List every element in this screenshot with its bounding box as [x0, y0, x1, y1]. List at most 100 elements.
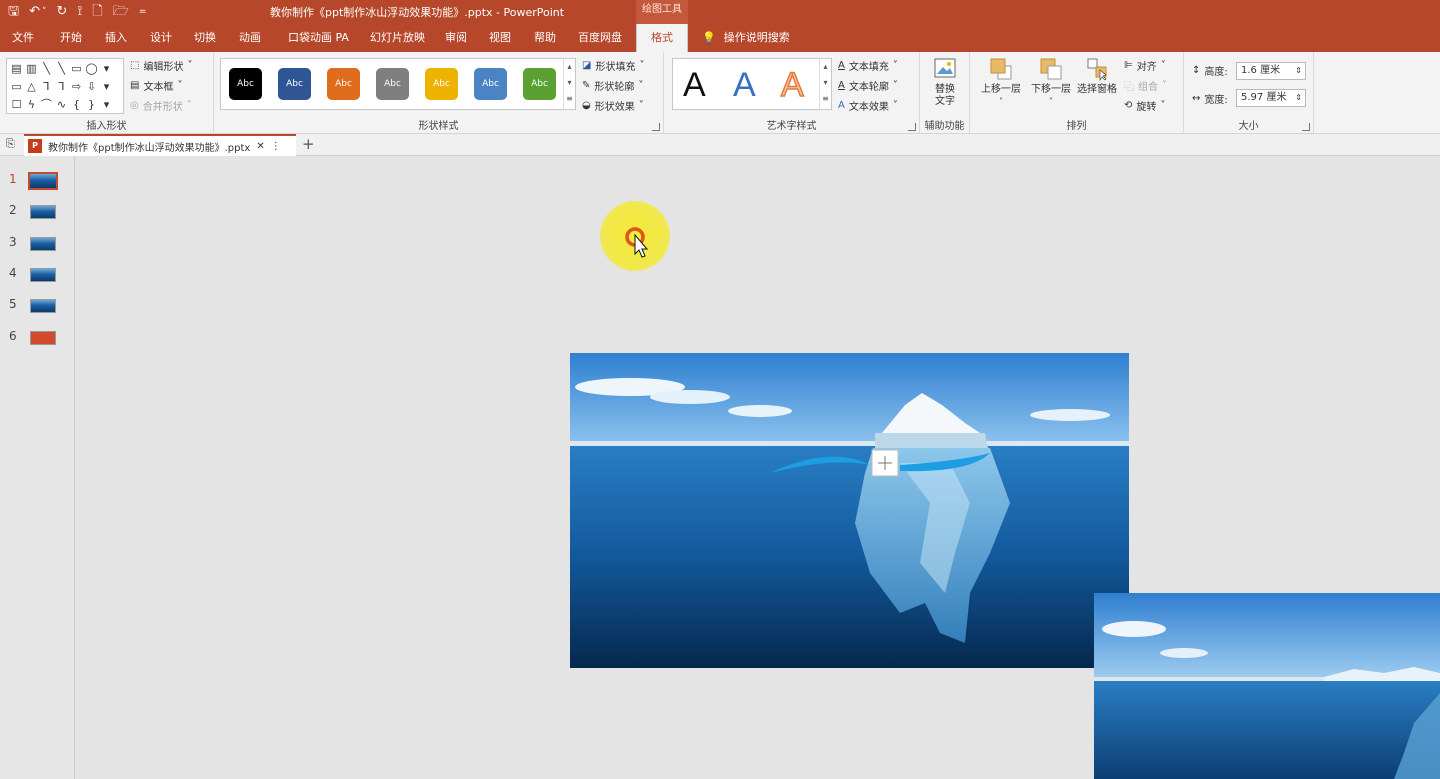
- text-fill-button[interactable]: A 文本填充 ˅: [838, 58, 898, 73]
- slide-thumbnail-2[interactable]: 2: [0, 199, 75, 223]
- shape-fill-button[interactable]: ◪ 形状填充 ˅: [582, 58, 644, 73]
- slide-thumbnail-6[interactable]: 6: [0, 325, 75, 349]
- bring-forward-button[interactable]: 上移一层 ˅: [976, 56, 1026, 108]
- tab-format[interactable]: 格式: [636, 24, 688, 52]
- shape-connector-icon[interactable]: ⅂: [39, 78, 54, 96]
- shapes-scroll-down-icon[interactable]: ▾: [99, 78, 114, 96]
- tab-home[interactable]: 开始: [60, 24, 82, 52]
- shape-arrow-line-icon[interactable]: ╲: [54, 60, 69, 78]
- merge-shapes-button[interactable]: ◎ 合并形状 ˅: [130, 98, 192, 113]
- wordart-plain-letter[interactable]: A: [683, 65, 706, 105]
- scroll-up-icon[interactable]: ▴: [564, 59, 575, 75]
- shapes-scroll-up-icon[interactable]: ▾: [99, 60, 114, 78]
- wordart-outline-letter[interactable]: A: [780, 65, 804, 105]
- shape-vertical-textbox-icon[interactable]: ▥: [24, 60, 39, 78]
- document-tab[interactable]: P 教你制作《ppt制作冰山浮动效果功能》.pptx ✕ ⋮: [24, 134, 296, 156]
- shape-arc-icon[interactable]: ⌒: [39, 96, 54, 114]
- new-file-icon[interactable]: 🗋: [92, 2, 102, 22]
- redo-icon[interactable]: ↻: [56, 2, 67, 22]
- tab-pocket-animation[interactable]: 口袋动画 PA: [288, 24, 349, 52]
- shape-rectangle-icon[interactable]: ▭: [69, 60, 84, 78]
- shape-style-gallery[interactable]: Abc Abc Abc Abc Abc Abc Abc ▴ ▾ ≡: [220, 58, 576, 110]
- undo-dropdown-icon[interactable]: ˅: [42, 2, 47, 22]
- text-box-button[interactable]: ▤ 文本框 ˅: [130, 78, 182, 93]
- tab-baidu-netdisk[interactable]: 百度网盘: [578, 24, 622, 52]
- send-backward-button[interactable]: 下移一层 ˅: [1026, 56, 1076, 108]
- customize-qat-icon[interactable]: =: [139, 2, 147, 22]
- width-input[interactable]: 5.97 厘米 ⇕: [1236, 89, 1306, 107]
- shape-effects-button[interactable]: ◒ 形状效果 ˅: [582, 98, 644, 113]
- text-effects-button[interactable]: A 文本效果 ˅: [838, 98, 898, 113]
- tab-design[interactable]: 设计: [150, 24, 172, 52]
- size-dialog-launcher[interactable]: [1302, 123, 1310, 131]
- tab-animations[interactable]: 动画: [239, 24, 261, 52]
- tell-me-search[interactable]: 💡 操作说明搜索: [702, 24, 790, 52]
- style-swatch-gold[interactable]: Abc: [425, 68, 458, 100]
- save-icon[interactable]: 🖫: [8, 2, 19, 22]
- add-tab-icon[interactable]: +: [302, 135, 315, 153]
- touch-mode-icon[interactable]: ⟟: [77, 2, 82, 22]
- tab-insert[interactable]: 插入: [105, 24, 127, 52]
- style-swatch-green[interactable]: Abc: [523, 68, 556, 100]
- spinner-icon[interactable]: ⇕: [1295, 63, 1302, 79]
- height-input[interactable]: 1.6 厘米 ⇕: [1236, 62, 1306, 80]
- shape-freeform-icon[interactable]: ☐: [9, 96, 24, 114]
- style-swatch-lightblue[interactable]: Abc: [474, 68, 507, 100]
- shape-connector2-icon[interactable]: ⅂: [54, 78, 69, 96]
- shape-styles-dialog-launcher[interactable]: [652, 123, 660, 131]
- slide-thumbnail-4[interactable]: 4: [0, 262, 75, 286]
- shape-rect2-icon[interactable]: ▭: [9, 78, 24, 96]
- shape-textbox-icon[interactable]: ▤: [9, 60, 24, 78]
- tab-list-icon[interactable]: ⎘: [6, 137, 15, 151]
- shapes-more-icon[interactable]: ▾: [99, 96, 114, 114]
- wordart-dialog-launcher[interactable]: [908, 123, 916, 131]
- shape-style-gallery-scroll[interactable]: ▴ ▾ ≡: [563, 59, 575, 109]
- style-swatch-blue[interactable]: Abc: [278, 68, 311, 100]
- shape-down-arrow-icon[interactable]: ⇩: [84, 78, 99, 96]
- gallery-more-icon[interactable]: ≡: [820, 91, 831, 107]
- rotate-button[interactable]: ⟲ 旋转 ˅: [1124, 98, 1165, 113]
- shape-oval-icon[interactable]: ◯: [84, 60, 99, 78]
- align-button[interactable]: ⊫ 对齐 ˅: [1124, 58, 1166, 73]
- text-outline-button[interactable]: A 文本轮廓 ˅: [838, 78, 898, 93]
- gallery-more-icon[interactable]: ≡: [564, 91, 575, 107]
- spinner-icon[interactable]: ⇕: [1295, 90, 1302, 106]
- shape-line-icon[interactable]: ╲: [39, 60, 54, 78]
- edit-shape-button[interactable]: ⬚ 编辑形状 ˅: [130, 58, 192, 73]
- tab-transitions[interactable]: 切换: [194, 24, 216, 52]
- shapes-gallery[interactable]: ▤ ▥ ╲ ╲ ▭ ◯ ▾ ▭ △ ⅂ ⅂ ⇨ ⇩ ▾ ☐ ϟ ⌒ ∿ { } …: [6, 58, 124, 114]
- alt-text-button[interactable]: 替换 文字: [928, 56, 962, 108]
- style-swatch-orange[interactable]: Abc: [327, 68, 360, 100]
- slide-thumbnail-1[interactable]: 1: [0, 168, 75, 192]
- wordart-gallery-scroll[interactable]: ▴ ▾ ≡: [819, 59, 831, 109]
- slide-thumbnail-3[interactable]: 3: [0, 231, 75, 255]
- tab-file[interactable]: 文件: [12, 24, 34, 52]
- wordart-gallery[interactable]: A A A ▴ ▾ ≡: [672, 58, 832, 110]
- shape-wave-icon[interactable]: ∿: [54, 96, 69, 114]
- shape-outline-button[interactable]: ✎ 形状轮廓 ˅: [582, 78, 643, 93]
- wordart-blue-letter[interactable]: A: [733, 65, 756, 105]
- shape-right-arrow-icon[interactable]: ⇨: [69, 78, 84, 96]
- tab-view[interactable]: 视图: [489, 24, 511, 52]
- scroll-up-icon[interactable]: ▴: [820, 59, 831, 75]
- close-icon[interactable]: ✕: [256, 141, 264, 152]
- group-button[interactable]: ⿻组合 ˅: [1124, 78, 1167, 93]
- shape-triangle-icon[interactable]: △: [24, 78, 39, 96]
- tab-more-icon[interactable]: ⋮: [271, 141, 281, 152]
- shape-lightning-icon[interactable]: ϟ: [24, 96, 39, 114]
- iceberg-picture[interactable]: [570, 353, 1129, 668]
- open-file-icon[interactable]: 🗁: [113, 2, 129, 22]
- style-swatch-gray[interactable]: Abc: [376, 68, 409, 100]
- shape-right-brace-icon[interactable]: }: [84, 96, 99, 114]
- scroll-down-icon[interactable]: ▾: [564, 75, 575, 91]
- selection-pane-button[interactable]: 选择窗格: [1074, 56, 1120, 96]
- scroll-down-icon[interactable]: ▾: [820, 75, 831, 91]
- slide-thumbnail-5[interactable]: 5: [0, 293, 75, 317]
- style-swatch-black[interactable]: Abc: [229, 68, 262, 100]
- undo-icon[interactable]: ↶: [29, 2, 40, 22]
- tab-help[interactable]: 帮助: [534, 24, 556, 52]
- tab-review[interactable]: 审阅: [445, 24, 467, 52]
- shape-left-brace-icon[interactable]: {: [69, 96, 84, 114]
- tab-slideshow[interactable]: 幻灯片放映: [370, 24, 425, 52]
- second-iceberg-picture[interactable]: [1094, 593, 1440, 779]
